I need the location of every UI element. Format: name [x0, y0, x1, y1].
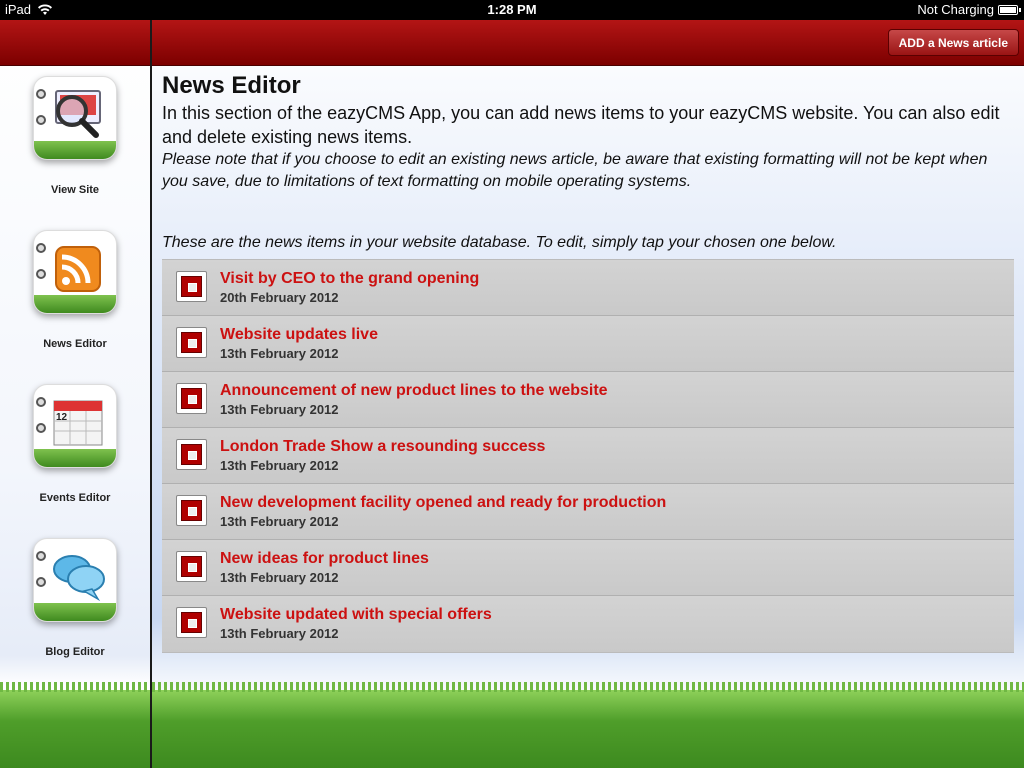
- main-header: ADD a News article: [152, 20, 1024, 66]
- news-item[interactable]: London Trade Show a resounding success 1…: [162, 428, 1014, 484]
- sidebar-item-label: Events Editor: [39, 492, 111, 504]
- news-item[interactable]: Announcement of new product lines to the…: [162, 372, 1014, 428]
- news-item-title: Visit by CEO to the grand opening: [220, 270, 480, 287]
- news-item[interactable]: Website updated with special offers 13th…: [162, 596, 1014, 652]
- add-news-article-button[interactable]: ADD a News article: [887, 29, 1019, 56]
- news-item-title: Website updates live: [220, 326, 378, 343]
- list-intro-text: These are the news items in your website…: [162, 234, 837, 251]
- sidebar-item-events-editor[interactable]: 12 Events Editor: [0, 384, 150, 504]
- magnifier-computer-icon: [33, 76, 117, 160]
- news-item-date: 13th February 2012: [220, 346, 339, 361]
- rss-feed-icon: [33, 230, 117, 314]
- news-item-title: Website updated with special offers: [220, 606, 492, 623]
- status-bar: iPad 1:28 PM Not Charging: [0, 0, 1024, 20]
- grass-decoration: [0, 682, 150, 768]
- sidebar-item-news-editor[interactable]: News Editor: [0, 230, 150, 350]
- calendar-day-text: 12: [56, 412, 68, 423]
- news-item-date: 13th February 2012: [220, 458, 339, 473]
- news-item-icon: [176, 551, 207, 582]
- sidebar-item-label: News Editor: [43, 338, 107, 350]
- news-item-title: New ideas for product lines: [220, 550, 429, 567]
- sidebar-item-view-site[interactable]: View Site: [0, 76, 150, 196]
- grass-decoration: [152, 682, 1024, 768]
- news-item-date: 13th February 2012: [220, 514, 339, 529]
- news-item-icon: [176, 439, 207, 470]
- news-item-icon: [176, 495, 207, 526]
- news-item-date: 13th February 2012: [220, 626, 339, 641]
- sidebar-item-label: View Site: [50, 184, 100, 196]
- news-item[interactable]: Visit by CEO to the grand opening 20th F…: [162, 260, 1014, 316]
- news-item[interactable]: New development facility opened and read…: [162, 484, 1014, 540]
- calendar-icon: 12: [33, 384, 117, 468]
- news-item-icon: [176, 607, 207, 638]
- news-item-title: New development facility opened and read…: [220, 494, 667, 511]
- speech-bubbles-icon: [33, 538, 117, 622]
- battery-icon: [998, 5, 1021, 15]
- sidebar-item-label: Blog Editor: [45, 646, 105, 658]
- content-area: News Editor In this section of the eazyC…: [152, 66, 1024, 653]
- news-item-date: 13th February 2012: [220, 402, 339, 417]
- formatting-note: Please note that if you choose to edit a…: [162, 151, 988, 190]
- news-item-title: Announcement of new product lines to the…: [220, 382, 608, 399]
- status-time: 1:28 PM: [487, 2, 537, 17]
- news-item-icon: [176, 383, 207, 414]
- news-item-title: London Trade Show a resounding success: [220, 438, 546, 455]
- sidebar-item-blog-editor[interactable]: Blog Editor: [0, 538, 150, 658]
- page-title: News Editor: [162, 72, 301, 99]
- sidebar: View Site News Editor 12 Events Editor B…: [0, 20, 150, 768]
- battery-status: Not Charging: [917, 2, 994, 17]
- intro-text: In this section of the eazyCMS App, you …: [162, 103, 1000, 147]
- news-item-icon: [176, 327, 207, 358]
- news-item-date: 13th February 2012: [220, 570, 339, 585]
- news-item-icon: [176, 271, 207, 302]
- news-item[interactable]: New ideas for product lines 13th Februar…: [162, 540, 1014, 596]
- sidebar-header: [0, 20, 150, 66]
- news-item[interactable]: Website updates live 13th February 2012: [162, 316, 1014, 372]
- news-list: Visit by CEO to the grand opening 20th F…: [162, 259, 1014, 653]
- main-panel: ADD a News article News Editor In this s…: [152, 20, 1024, 768]
- news-item-date: 20th February 2012: [220, 290, 339, 305]
